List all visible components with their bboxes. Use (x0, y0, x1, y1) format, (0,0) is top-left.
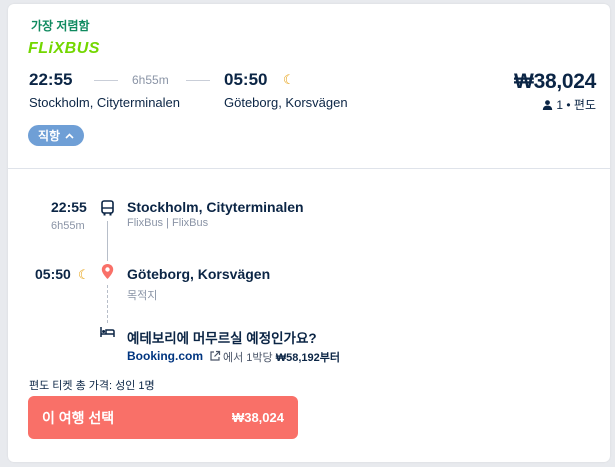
select-trip-price: ₩38,024 (231, 410, 284, 425)
separator-dot: • (566, 98, 574, 112)
flixbus-logo: FLiXBUS (28, 40, 100, 57)
chevron-up-icon (65, 132, 74, 139)
passenger-info: 1 • 편도 (542, 96, 596, 113)
bus-icon (101, 200, 114, 216)
arrival-station: Göteborg, Korsvägen (224, 95, 348, 110)
external-link-icon[interactable] (209, 350, 221, 362)
timeline-dashed-line (107, 285, 108, 323)
hotel-question: 예테보리에 머무르실 예정인가요? (127, 331, 317, 346)
itinerary-arrival-station: Göteborg, Korsvägen (127, 266, 271, 282)
trip-type: 편도 (573, 98, 596, 112)
bed-icon (100, 327, 115, 337)
select-trip-button[interactable]: 이 여행 선택 ₩38,024 (28, 396, 298, 439)
person-icon (542, 100, 553, 110)
arrival-time: 05:50 (224, 70, 268, 89)
hotel-price-text: 에서 1박당 ₩58,192부터 (223, 349, 340, 365)
itinerary-operator: FlixBus | FlixBus (127, 217, 209, 229)
passenger-count: 1 (556, 98, 564, 112)
location-pin-icon (101, 264, 114, 279)
duration-line-left (94, 80, 118, 81)
departure-station: Stockholm, Cityterminalen (29, 95, 180, 110)
itinerary-duration: 6h55m (51, 220, 85, 232)
destination-label: 목적지 (127, 290, 158, 302)
timeline-line (107, 221, 108, 261)
departure-time: 22:55 (29, 70, 73, 89)
duration-line-right (186, 80, 210, 81)
itinerary-departure-station: Stockholm, Cityterminalen (127, 199, 304, 215)
trip-price: ₩38,024 (514, 70, 596, 93)
hotel-price: ₩58,192부터 (275, 352, 340, 364)
cheapest-badge: 가장 저렴함 (31, 19, 90, 33)
direct-label: 직항 (38, 129, 61, 143)
trip-duration: 6h55m (132, 73, 169, 87)
direct-toggle-button[interactable]: 직항 (28, 125, 85, 146)
trip-card: 가장 저렴함 FLiXBUS 22:55 6h55m 05:50 ☾ Stock… (8, 4, 610, 462)
moon-icon: ☾ (283, 72, 295, 87)
booking-link[interactable]: Booking.com (127, 349, 203, 363)
section-divider (8, 168, 610, 169)
hotel-from-text: 에서 1박당 (223, 352, 273, 364)
total-price-label: 편도 티켓 총 가격: 성인 1명 (29, 380, 155, 392)
moon-icon: ☾ (78, 267, 90, 282)
itinerary-departure-time: 22:55 (51, 199, 87, 215)
select-trip-label: 이 여행 선택 (42, 409, 115, 426)
itinerary-arrival-time: 05:50 (35, 266, 71, 282)
